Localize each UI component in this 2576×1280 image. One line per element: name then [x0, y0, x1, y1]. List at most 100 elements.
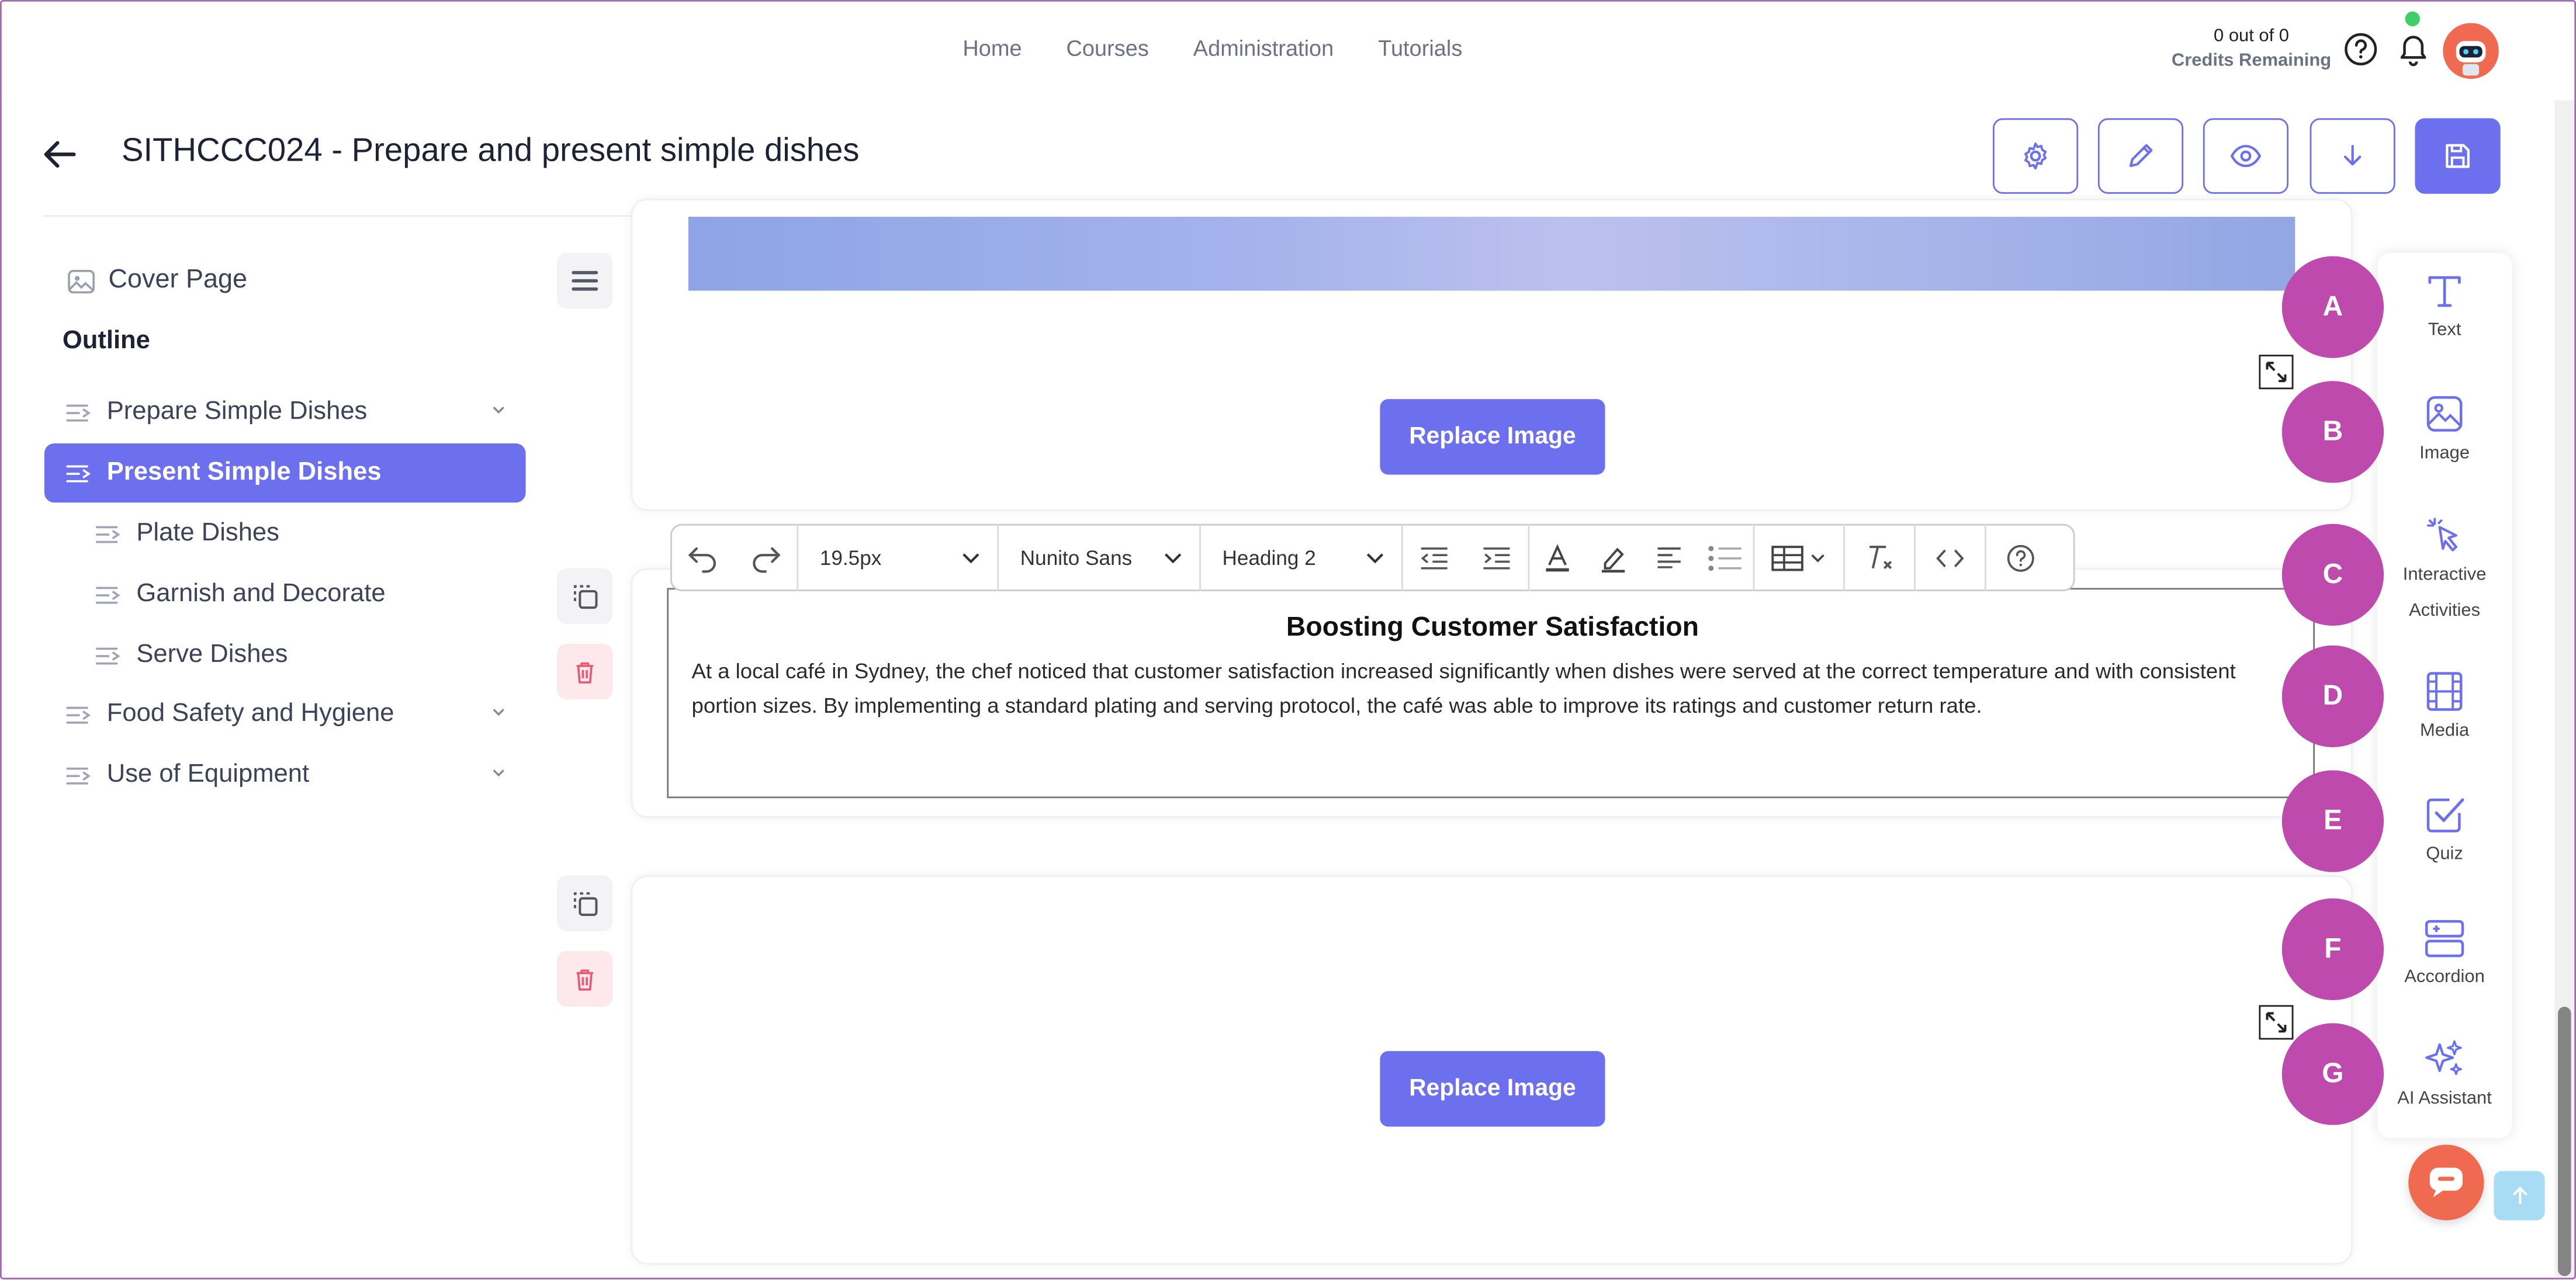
sidebar-item-prepare-simple-dishes[interactable]: Prepare Simple Dishes — [44, 383, 526, 442]
outline-menu-button[interactable] — [557, 252, 613, 309]
scroll-to-top-button[interactable] — [2494, 1171, 2545, 1220]
nav-administration[interactable]: Administration — [1193, 36, 1334, 61]
sidebar-item-label: Food Safety and Hygiene — [106, 699, 394, 728]
duplicate-block-button[interactable] — [557, 568, 613, 625]
replace-image-button[interactable]: Replace Image — [1380, 399, 1605, 475]
highlight-icon[interactable] — [1585, 543, 1642, 573]
block-style-select[interactable]: Heading 2 — [1201, 546, 1401, 569]
list-indent-icon — [95, 644, 125, 666]
notification-bell-icon[interactable] — [2395, 30, 2432, 69]
outdent-icon[interactable] — [1403, 546, 1466, 569]
duplicate-icon — [570, 581, 600, 611]
save-button[interactable] — [2415, 118, 2501, 194]
sidebar-item-use-of-equipment[interactable]: Use of Equipment — [44, 745, 526, 804]
sidebar-item-label: Use of Equipment — [106, 760, 310, 789]
redo-icon[interactable] — [735, 543, 797, 573]
palette-media[interactable]: Media — [2377, 670, 2512, 749]
list-indent-icon — [65, 765, 95, 786]
delete-block-button[interactable] — [557, 951, 613, 1007]
indent-icon[interactable] — [1466, 546, 1528, 569]
code-view-icon[interactable] — [1916, 546, 1985, 569]
font-size-value: 19.5px — [819, 546, 882, 570]
nav-courses[interactable]: Courses — [1067, 36, 1149, 61]
cover-page-link[interactable]: Cover Page — [67, 266, 247, 296]
sidebar-item-label: Plate Dishes — [136, 519, 279, 547]
online-status-dot — [2405, 11, 2420, 26]
marker-c: C — [2281, 523, 2384, 626]
palette-label: Text — [2428, 320, 2461, 340]
table-icon[interactable] — [1754, 544, 1843, 571]
palette-label: Accordion — [2404, 967, 2485, 987]
image-icon — [2377, 393, 2512, 435]
sidebar-item-label: Garnish and Decorate — [136, 580, 386, 608]
help-icon[interactable] — [1986, 543, 2055, 573]
expand-icon[interactable] — [2259, 355, 2294, 390]
bullet-list-icon[interactable] — [1697, 544, 1753, 571]
align-left-icon[interactable] — [1641, 547, 1697, 568]
palette-quiz[interactable]: Quiz — [2377, 793, 2512, 872]
sidebar-item-food-safety-and-hygiene[interactable]: Food Safety and Hygiene — [44, 685, 526, 744]
credits-count: 0 out of 0 — [2214, 26, 2289, 46]
block-heading[interactable]: Boosting Customer Satisfaction — [669, 613, 2317, 644]
download-button[interactable] — [2310, 118, 2395, 194]
chevron-down-icon[interactable] — [491, 403, 506, 417]
palette-interactive-activities[interactable]: Interactive Activities — [2377, 514, 2512, 629]
delete-block-button[interactable] — [557, 643, 613, 700]
palette-text[interactable]: Text — [2377, 269, 2512, 348]
scrollbar-thumb[interactable] — [2558, 1007, 2571, 1276]
hamburger-icon — [572, 269, 598, 292]
marker-d: D — [2281, 645, 2384, 748]
sidebar-item-label: Serve Dishes — [136, 640, 288, 669]
undo-icon[interactable] — [672, 543, 735, 573]
page-title: SITHCCC024 - Prepare and present simple … — [122, 133, 860, 169]
duplicate-icon — [570, 889, 600, 918]
eye-icon — [2229, 143, 2262, 169]
marker-b: B — [2281, 381, 2384, 483]
film-icon — [2377, 670, 2512, 713]
replace-image-button[interactable]: Replace Image — [1380, 1051, 1605, 1127]
sidebar-item-serve-dishes[interactable]: Serve Dishes — [44, 626, 526, 685]
font-size-select[interactable]: 19.5px — [798, 546, 997, 569]
save-icon — [2443, 141, 2473, 171]
text-color-icon[interactable] — [1529, 543, 1585, 573]
sidebar-item-plate-dishes[interactable]: Plate Dishes — [44, 504, 526, 563]
nav-home[interactable]: Home — [962, 36, 1022, 61]
chat-button[interactable] — [2408, 1144, 2484, 1220]
sidebar-item-garnish-and-decorate[interactable]: Garnish and Decorate — [44, 565, 526, 624]
chevron-down-icon[interactable] — [491, 765, 506, 780]
avatar[interactable] — [2443, 23, 2499, 79]
rich-text-editor[interactable]: Boosting Customer Satisfaction At a loca… — [667, 588, 2317, 799]
edit-button[interactable] — [2097, 118, 2184, 194]
font-family-select[interactable]: Nunito Sans — [999, 546, 1199, 569]
palette-label: Interactive Activities — [2402, 565, 2487, 621]
pencil-icon — [2126, 141, 2156, 171]
sidebar-item-label: Present Simple Dishes — [106, 458, 382, 487]
palette-ai-assistant[interactable]: AI Assistant — [2377, 1038, 2512, 1117]
preview-button[interactable] — [2203, 118, 2289, 194]
trash-icon — [573, 660, 596, 684]
sidebar-item-label: Prepare Simple Dishes — [106, 397, 368, 426]
marker-g: G — [2281, 1023, 2384, 1125]
chevron-down-icon[interactable] — [491, 705, 506, 719]
list-indent-icon — [95, 584, 125, 605]
nav-tutorials[interactable]: Tutorials — [1378, 36, 1462, 61]
chevron-down-icon — [961, 551, 981, 564]
duplicate-block-button[interactable] — [557, 875, 613, 931]
accordion-icon — [2377, 917, 2512, 959]
list-indent-icon — [65, 462, 95, 484]
block-paragraph[interactable]: At a local café in Sydney, the chef noti… — [692, 655, 2269, 723]
gear-icon — [2021, 141, 2051, 171]
help-icon[interactable] — [2343, 31, 2379, 67]
palette-label: AI Assistant — [2397, 1088, 2492, 1109]
palette-label: Media — [2419, 721, 2470, 741]
expand-icon[interactable] — [2259, 1005, 2294, 1040]
pointer-click-icon — [2377, 514, 2512, 557]
back-arrow-icon[interactable] — [41, 136, 77, 172]
palette-accordion[interactable]: Accordion — [2377, 917, 2512, 995]
download-icon — [2339, 143, 2366, 169]
sidebar-item-present-simple-dishes[interactable]: Present Simple Dishes — [44, 443, 526, 503]
palette-image[interactable]: Image — [2377, 393, 2512, 471]
settings-button[interactable] — [1993, 118, 2079, 194]
palette-label: Quiz — [2426, 844, 2463, 864]
clear-format-icon[interactable] — [1845, 543, 1914, 573]
